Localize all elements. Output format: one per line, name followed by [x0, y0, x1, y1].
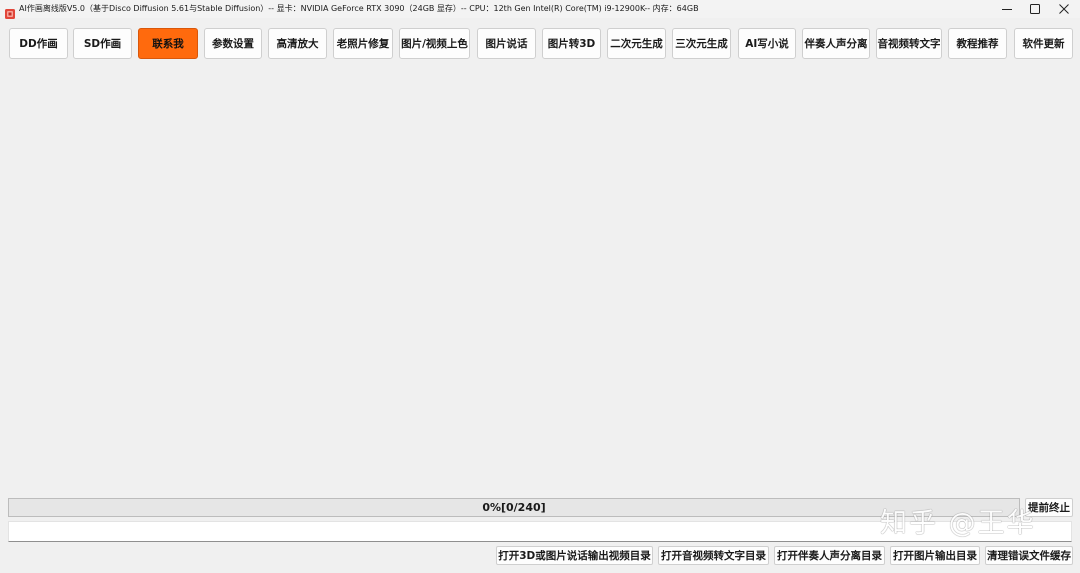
image-to-3d-button[interactable]: 图片转3D	[542, 28, 601, 59]
open-image-output-folder-button[interactable]: 打开图片输出目录	[890, 546, 980, 565]
app-window: AI作画离线版V5.0（基于Disco Diffusion 5.61与Stabl…	[0, 0, 1080, 573]
status-field[interactable]	[8, 521, 1072, 542]
progress-bar: 0%[0/240]	[8, 498, 1020, 517]
main-content-area	[0, 62, 1080, 494]
upscale-button[interactable]: 高清放大	[268, 28, 327, 59]
software-update-button[interactable]: 软件更新	[1014, 28, 1073, 59]
progress-label: 0%[0/240]	[482, 501, 546, 514]
clear-error-cache-button[interactable]: 清理错误文件缓存	[985, 546, 1073, 565]
tutorials-button[interactable]: 教程推荐	[948, 28, 1007, 59]
title-bar[interactable]: AI作画离线版V5.0（基于Disco Diffusion 5.61与Stabl…	[0, 0, 1080, 19]
vocal-separation-button[interactable]: 伴奏人声分离	[802, 28, 870, 59]
sd-paint-button[interactable]: SD作画	[73, 28, 132, 59]
speech-to-text-button[interactable]: 音视频转文字	[876, 28, 942, 59]
open-transcript-folder-button[interactable]: 打开音视频转文字目录	[658, 546, 769, 565]
maximize-icon[interactable]	[1021, 0, 1049, 18]
ai-novel-button[interactable]: AI写小说	[738, 28, 796, 59]
talking-photo-button[interactable]: 图片说话	[477, 28, 536, 59]
old-photo-restore-button[interactable]: 老照片修复	[333, 28, 393, 59]
settings-button[interactable]: 参数设置	[204, 28, 262, 59]
realistic-generate-button[interactable]: 三次元生成	[672, 28, 731, 59]
close-icon[interactable]	[1050, 0, 1078, 18]
contact-me-button[interactable]: 联系我	[138, 28, 198, 59]
app-icon	[5, 4, 15, 19]
anime-generate-button[interactable]: 二次元生成	[607, 28, 666, 59]
open-separation-folder-button[interactable]: 打开伴奏人声分离目录	[774, 546, 885, 565]
dd-paint-button[interactable]: DD作画	[9, 28, 68, 59]
open-video-output-folder-button[interactable]: 打开3D或图片说话输出视频目录	[496, 546, 653, 565]
window-title: AI作画离线版V5.0（基于Disco Diffusion 5.61与Stabl…	[19, 4, 699, 13]
stop-early-button[interactable]: 提前终止	[1025, 498, 1073, 517]
colorize-button[interactable]: 图片/视频上色	[399, 28, 470, 59]
minimize-icon[interactable]	[993, 0, 1021, 18]
